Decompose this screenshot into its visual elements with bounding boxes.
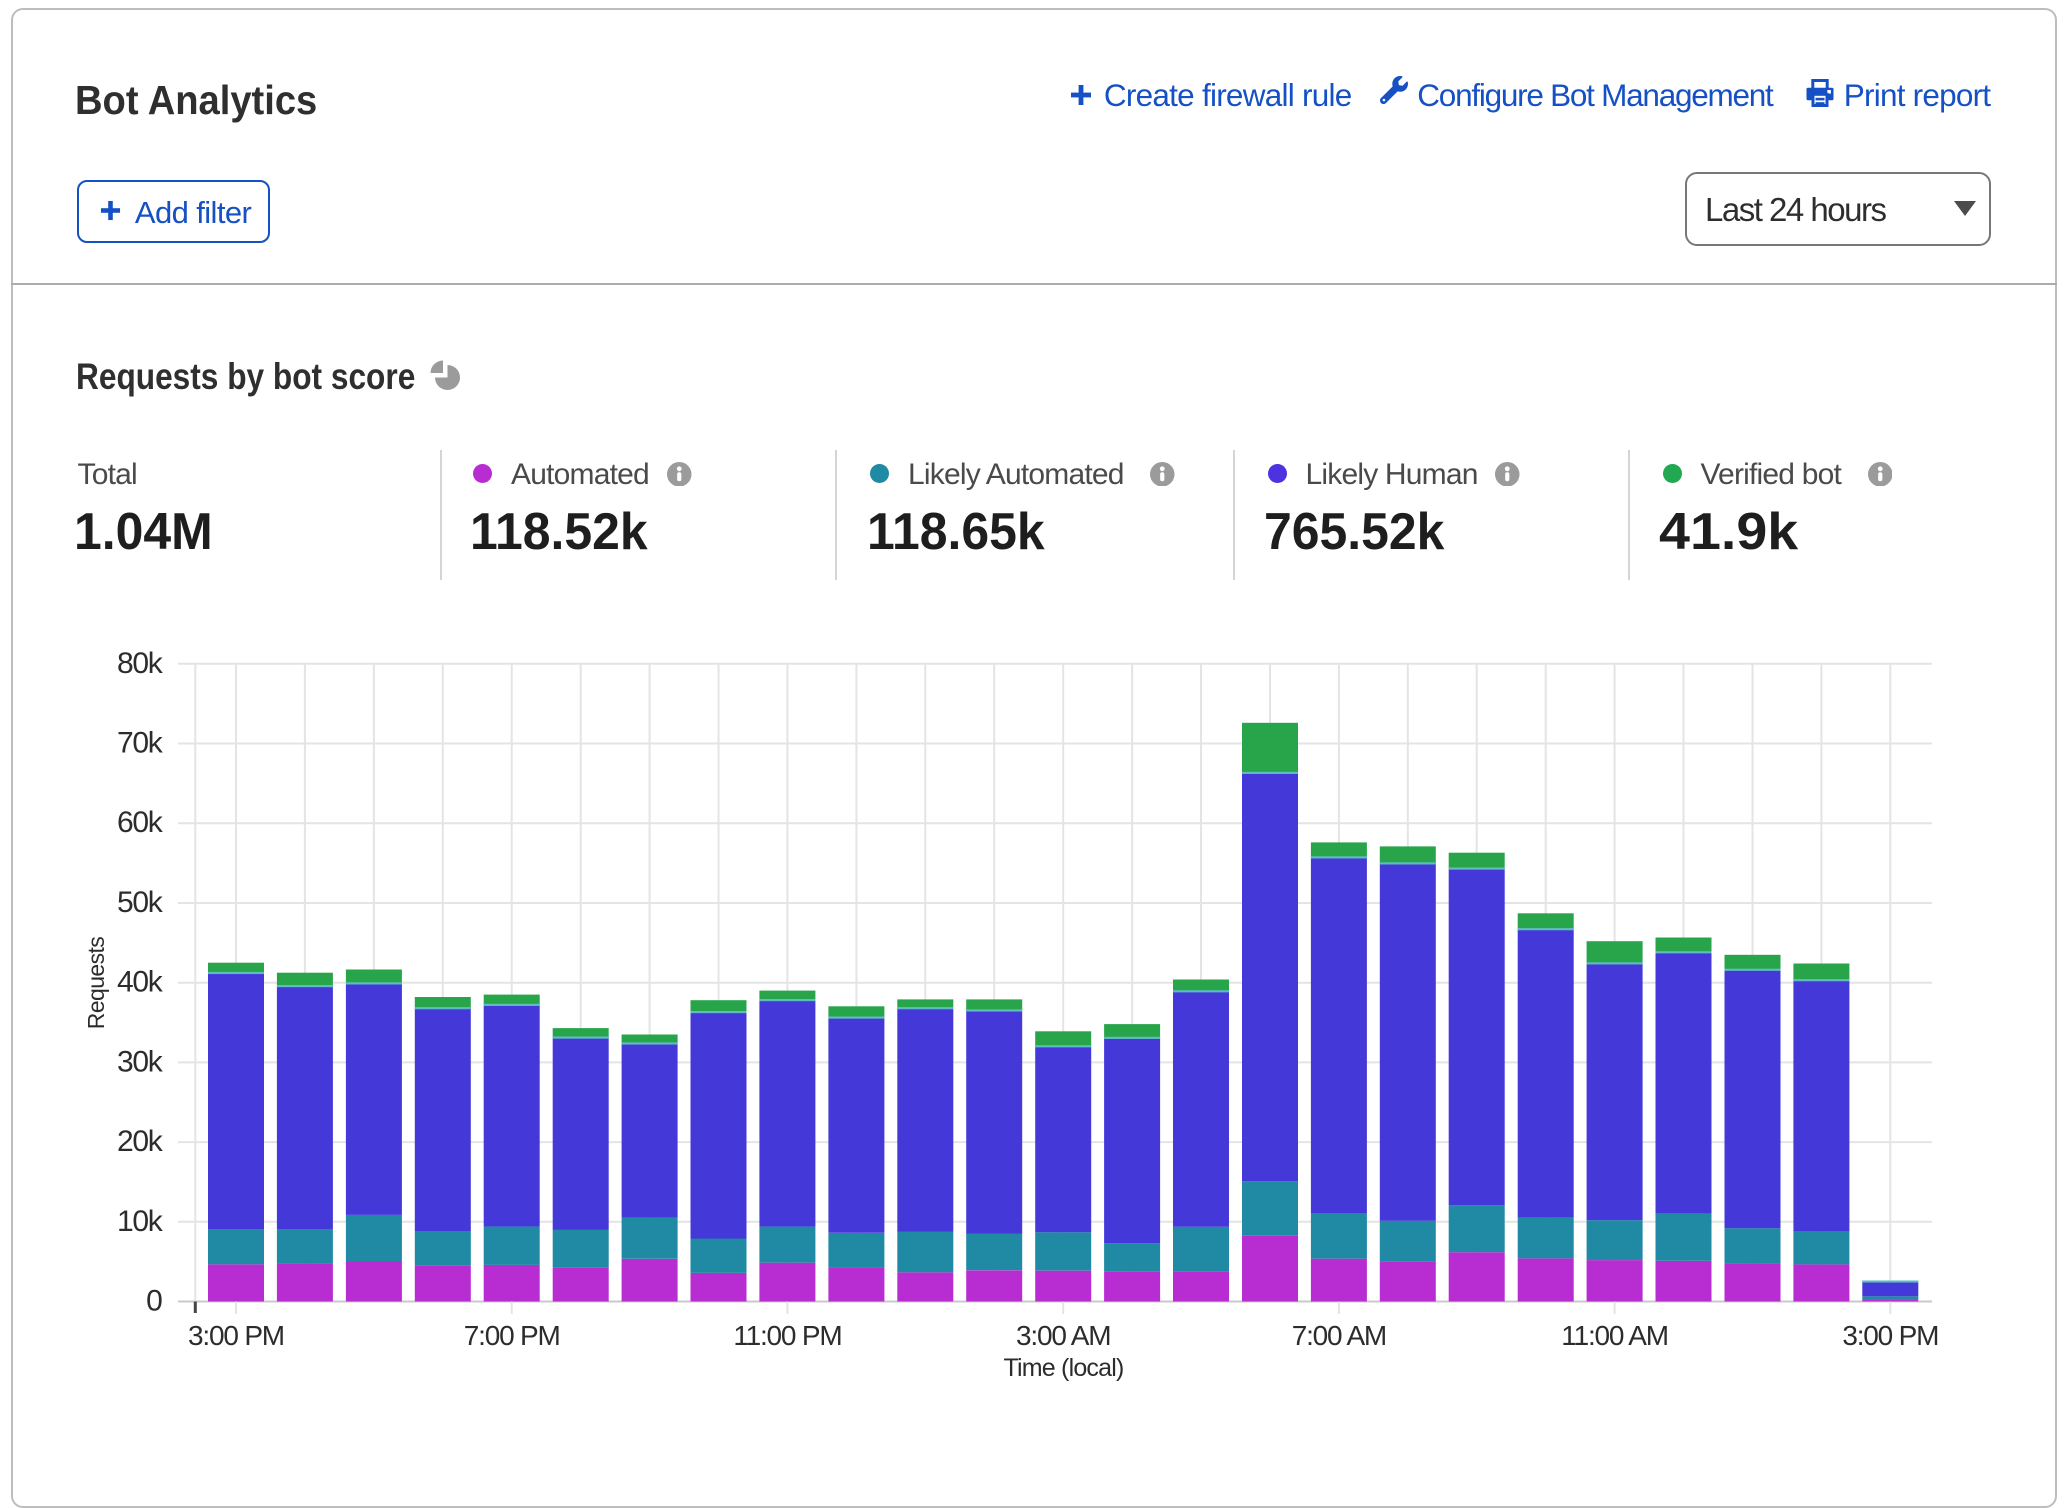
svg-text:70k: 70k — [117, 727, 164, 760]
svg-text:3:00 PM: 3:00 PM — [188, 1320, 284, 1351]
svg-text:7:00 AM: 7:00 AM — [1292, 1320, 1386, 1351]
svg-text:11:00 AM: 11:00 AM — [1561, 1320, 1668, 1351]
svg-text:60k: 60k — [117, 806, 164, 839]
svg-text:11:00 PM: 11:00 PM — [733, 1320, 841, 1351]
svg-text:7:00 PM: 7:00 PM — [464, 1320, 560, 1351]
svg-text:80k: 80k — [117, 647, 164, 680]
svg-text:3:00 PM: 3:00 PM — [1842, 1320, 1938, 1351]
svg-text:50k: 50k — [117, 886, 164, 919]
svg-text:30k: 30k — [117, 1045, 164, 1078]
svg-text:0: 0 — [146, 1285, 162, 1318]
svg-text:20k: 20k — [117, 1125, 164, 1158]
svg-text:40k: 40k — [117, 966, 164, 999]
svg-text:10k: 10k — [117, 1205, 164, 1238]
svg-text:Requests: Requests — [83, 937, 109, 1029]
svg-text:3:00 AM: 3:00 AM — [1016, 1320, 1110, 1351]
svg-text:Time (local): Time (local) — [1003, 1354, 1123, 1382]
